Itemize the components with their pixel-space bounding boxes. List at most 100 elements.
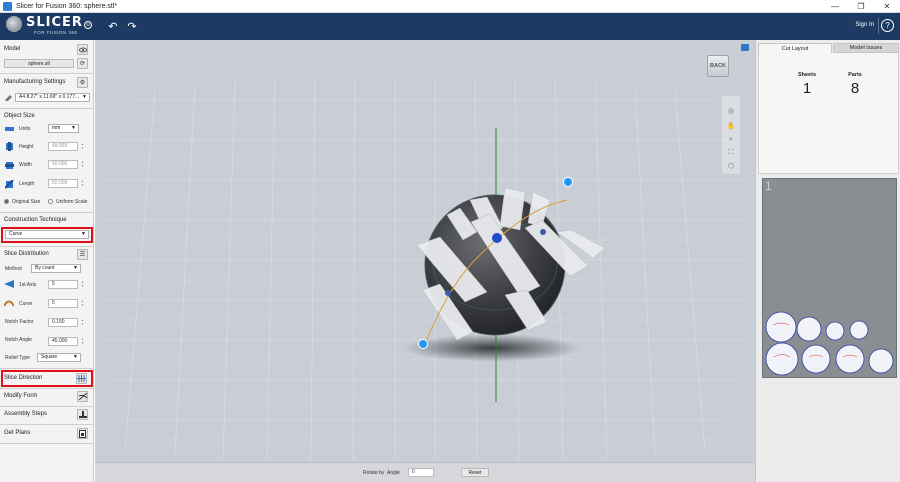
brand-title: SLICER bbox=[26, 15, 83, 30]
view-cube-icon[interactable]: ⬡ bbox=[726, 161, 736, 171]
divider bbox=[0, 73, 94, 74]
construction-technique-heading: Construction Technique bbox=[4, 217, 67, 223]
sheets-count: 1 bbox=[802, 80, 812, 97]
model-file-button[interactable]: sphere.stl bbox=[4, 59, 74, 68]
notch-factor-stepper[interactable]: ▲ ▼ bbox=[80, 318, 85, 327]
chevron-down-icon: ▼ bbox=[81, 231, 86, 237]
divider bbox=[0, 368, 94, 369]
first-axis-stepper[interactable]: ▲ ▼ bbox=[80, 280, 85, 289]
close-button[interactable]: ✕ bbox=[874, 0, 900, 13]
method-select[interactable]: By count ▼ bbox=[31, 264, 81, 273]
divider bbox=[0, 443, 94, 444]
maximize-button[interactable]: ❐ bbox=[848, 0, 874, 13]
chevron-down-icon: ▼ bbox=[73, 265, 78, 271]
refresh-model-button[interactable]: ⟳ bbox=[77, 58, 88, 69]
undo-button[interactable]: ↶ bbox=[106, 19, 120, 33]
assembly-steps-button[interactable] bbox=[77, 409, 88, 420]
curve-label: Curve bbox=[19, 301, 33, 307]
first-axis-field[interactable]: 5 bbox=[48, 280, 78, 289]
rotate-by-label: Rotate by bbox=[363, 470, 385, 476]
info-icon[interactable]: ⊙ bbox=[84, 21, 92, 29]
app-header: SLICER FOR FUSION 360 ⊙ ↶ ↷ Sign In ? bbox=[0, 13, 900, 40]
orbit-icon[interactable]: ◎ bbox=[726, 106, 736, 116]
chevron-down-icon: ▼ bbox=[82, 94, 87, 100]
fit-view-icon[interactable]: ⛶ bbox=[726, 148, 736, 158]
units-label: Units bbox=[19, 126, 31, 132]
method-value: By count bbox=[35, 265, 55, 271]
ruler-icon bbox=[5, 125, 14, 133]
sign-in-link[interactable]: Sign In bbox=[855, 22, 874, 28]
zoom-icon[interactable]: ⌕ bbox=[726, 135, 736, 145]
slice-direction-button[interactable] bbox=[76, 373, 87, 384]
rotate-angle-field[interactable]: 0 bbox=[408, 468, 434, 477]
minimize-button[interactable]: — bbox=[822, 0, 848, 13]
notch-angle-label: Notch Angle bbox=[5, 337, 32, 343]
slice-distribution-list-button[interactable]: ☰ bbox=[77, 249, 88, 260]
header-divider bbox=[878, 18, 879, 34]
chevron-down-icon: ▼ bbox=[71, 125, 76, 131]
angle-label: Angle bbox=[387, 470, 400, 476]
height-stepper[interactable]: ▲ ▼ bbox=[80, 142, 85, 151]
curve-end-handle-bottom[interactable] bbox=[418, 339, 428, 349]
material-preset-select[interactable]: A4 8.27" x 11.69" x 0.177... ▼ bbox=[15, 93, 90, 102]
relief-type-select[interactable]: Square ▼ bbox=[37, 353, 81, 362]
height-field[interactable]: 49.993 bbox=[48, 142, 78, 151]
get-plans-button[interactable] bbox=[77, 428, 88, 439]
tab-model-issues[interactable]: Model Issues bbox=[833, 43, 899, 53]
uniform-scale-radio[interactable] bbox=[48, 199, 53, 204]
construction-technique-select[interactable]: Curve ▼ bbox=[5, 230, 89, 239]
window-title-bar: Slicer for Fusion 360: sphere.stl* — ❐ ✕ bbox=[0, 0, 900, 13]
mid-handle-upper[interactable] bbox=[540, 229, 546, 235]
eye-icon bbox=[78, 47, 87, 52]
curve-field[interactable]: 5 bbox=[48, 299, 78, 308]
cut-sheet[interactable]: 1 bbox=[762, 178, 897, 378]
tab-cut-layout[interactable]: Cut Layout bbox=[758, 43, 832, 53]
height-icon bbox=[5, 142, 14, 151]
help-button[interactable]: ? bbox=[881, 19, 894, 32]
pencil-icon[interactable] bbox=[4, 94, 13, 102]
divider bbox=[0, 406, 94, 407]
model-shadow bbox=[404, 334, 580, 362]
refresh-icon: ⟳ bbox=[79, 61, 86, 67]
reset-rotation-button[interactable]: Reset bbox=[461, 468, 489, 477]
parts-count: 8 bbox=[850, 80, 860, 97]
divider bbox=[0, 212, 94, 213]
list-icon: ☰ bbox=[79, 252, 86, 258]
width-field[interactable]: 50.000 bbox=[48, 160, 78, 169]
cut-layout-summary bbox=[758, 53, 899, 174]
notch-angle-stepper[interactable]: ▲ ▼ bbox=[80, 337, 85, 346]
redo-button[interactable]: ↷ bbox=[125, 19, 139, 33]
first-axis-label: 1st Axis bbox=[19, 282, 37, 288]
curve-icon bbox=[3, 299, 15, 307]
relief-type-label: Relief Type bbox=[5, 355, 30, 361]
width-icon bbox=[5, 161, 14, 169]
3d-viewport[interactable]: BACK ◎ ✋ ⌕ ⛶ ⬡ bbox=[95, 40, 755, 462]
back-view-button[interactable]: BACK bbox=[707, 55, 729, 77]
eye-icon-button[interactable] bbox=[77, 44, 88, 55]
length-icon bbox=[4, 179, 14, 189]
mid-handle-lower[interactable] bbox=[445, 290, 451, 296]
sheets-label: Sheets bbox=[797, 72, 817, 78]
modify-form-button[interactable] bbox=[77, 391, 88, 402]
notch-angle-field[interactable]: 45.000 bbox=[48, 337, 78, 346]
divider bbox=[0, 388, 94, 389]
viewport-toggle-button[interactable] bbox=[741, 44, 749, 51]
material-preset-value: A4 8.27" x 11.69" x 0.177... bbox=[19, 94, 80, 100]
right-panel: Cut Layout Model Issues Sheets 1 Parts 8… bbox=[755, 40, 900, 482]
original-size-radio[interactable] bbox=[4, 199, 9, 204]
width-stepper[interactable]: ▲ ▼ bbox=[80, 160, 85, 169]
notch-factor-field[interactable]: 0.150 bbox=[48, 318, 78, 327]
pan-hand-icon[interactable]: ✋ bbox=[726, 121, 736, 131]
manufacturing-settings-button[interactable]: ⚙ bbox=[77, 77, 88, 88]
first-axis-icon bbox=[4, 280, 14, 288]
window-controls: — ❐ ✕ bbox=[822, 0, 900, 13]
units-select[interactable]: mm ▼ bbox=[48, 124, 79, 133]
length-field[interactable]: 50.000 bbox=[48, 179, 78, 188]
center-handle[interactable] bbox=[492, 233, 502, 243]
curve-stepper[interactable]: ▲ ▼ bbox=[80, 299, 85, 308]
length-stepper[interactable]: ▲ ▼ bbox=[80, 179, 85, 188]
viewport-canvas bbox=[101, 77, 749, 461]
height-label: Height bbox=[19, 144, 34, 150]
document-icon bbox=[79, 429, 86, 438]
curve-end-handle-top[interactable] bbox=[563, 177, 573, 187]
